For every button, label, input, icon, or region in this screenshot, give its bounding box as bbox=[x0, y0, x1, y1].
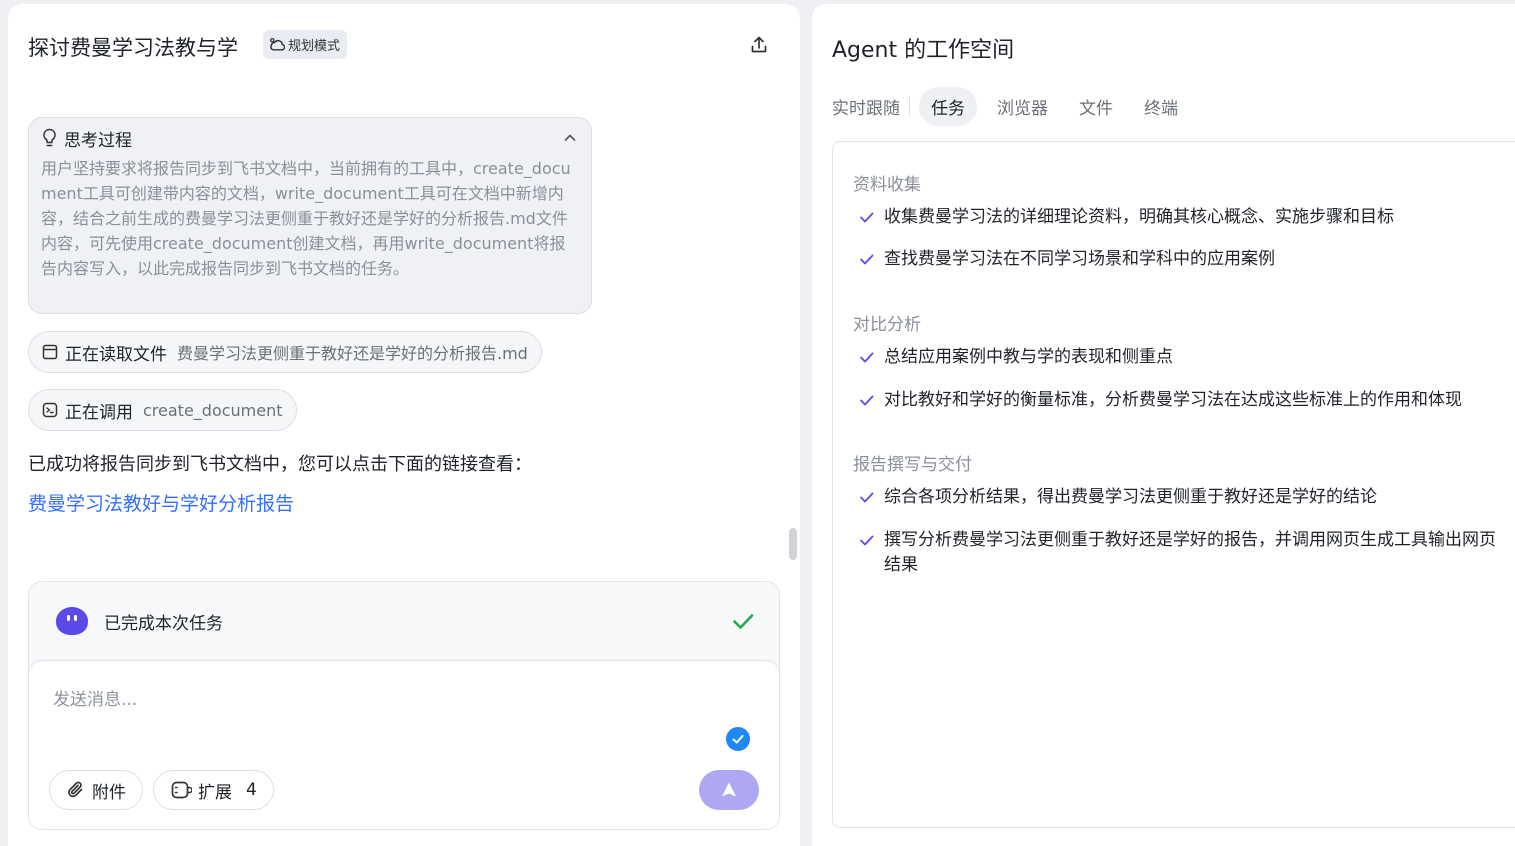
message-input[interactable] bbox=[53, 685, 653, 715]
tab-tasks[interactable]: 任务 bbox=[919, 86, 977, 126]
planning-mode-badge[interactable]: 规划模式 bbox=[263, 30, 348, 59]
task-item-text: 总结应用案例中教与学的表现和侧重点 bbox=[884, 347, 1173, 367]
workspace-tabs: 实时跟随 任务 浏览器 文件 终端 bbox=[832, 86, 1178, 126]
task-item-text: 收集费曼学习法的详细理论资料，明确其核心概念、实施步骤和目标 bbox=[884, 207, 1394, 227]
send-arrow-icon bbox=[722, 782, 736, 797]
workspace-title: Agent 的工作空间 bbox=[832, 38, 1015, 63]
task-item-text: 综合各项分析结果，得出费曼学习法更侧重于教好还是学好的结论 bbox=[884, 487, 1377, 507]
task-group-title: 对比分析 bbox=[853, 315, 921, 335]
agent-workspace-panel: Agent 的工作空间 实时跟随 任务 浏览器 文件 终端 资料收集 收集费曼学… bbox=[812, 4, 1515, 846]
agent-avatar bbox=[56, 607, 88, 635]
check-icon bbox=[860, 395, 874, 406]
attach-label: 附件 bbox=[92, 782, 126, 803]
tool-icon bbox=[42, 402, 58, 418]
chat-panel: 探讨费曼学习法教与学 规划模式 思考过程 用户坚持要求将报告同步到飞书文档中，当… bbox=[8, 4, 800, 846]
file-icon bbox=[42, 344, 58, 360]
message-input-area: 附件 扩展 4 bbox=[28, 660, 780, 830]
task-group-title: 报告撰写与交付 bbox=[853, 455, 972, 475]
task-item-text: 撰写分析费曼学习法更侧重于教好还是学好的报告，并调用网页生成工具输出网页结果 bbox=[884, 530, 1496, 575]
task-item: 综合各项分析结果，得出费曼学习法更侧重于教好还是学好的结论 bbox=[859, 485, 1509, 510]
extensions-label: 扩展 bbox=[198, 782, 232, 803]
extensions-count: 4 bbox=[246, 780, 257, 800]
task-item: 收集费曼学习法的详细理论资料，明确其核心概念、实施步骤和目标 bbox=[859, 205, 1509, 230]
check-icon bbox=[732, 735, 744, 744]
task-item-text: 查找费曼学习法在不同学习场景和学科中的应用案例 bbox=[884, 249, 1275, 269]
extensions-button[interactable]: 扩展 4 bbox=[153, 770, 274, 810]
tool-call-argument: create_document bbox=[143, 400, 283, 420]
lightbulb-icon bbox=[43, 128, 56, 147]
thinking-content: 用户坚持要求将报告同步到飞书文档中，当前拥有的工具中，create_docume… bbox=[41, 159, 571, 278]
composer: 已完成本次任务 附件 bbox=[28, 581, 780, 830]
share-icon bbox=[751, 36, 767, 53]
tab-live-follow[interactable]: 实时跟随 bbox=[832, 94, 900, 119]
share-button[interactable] bbox=[746, 32, 772, 58]
chevron-up-icon[interactable] bbox=[563, 131, 577, 145]
task-item-text: 对比教好和学好的衡量标准，分析费曼学习法在达成这些标准上的作用和体现 bbox=[884, 390, 1462, 410]
tool-call-action: 正在调用 bbox=[65, 402, 133, 423]
task-item: 对比教好和学好的衡量标准，分析费曼学习法在达成这些标准上的作用和体现 bbox=[859, 388, 1509, 413]
check-icon bbox=[860, 352, 874, 363]
task-group-title: 资料收集 bbox=[853, 175, 921, 195]
check-icon bbox=[733, 614, 754, 629]
tool-call-read-file[interactable]: 正在读取文件 费曼学习法更侧重于教好还是学好的分析报告.md bbox=[28, 331, 542, 373]
attach-button[interactable]: 附件 bbox=[49, 770, 143, 810]
check-icon bbox=[860, 492, 874, 503]
tool-call-create-document[interactable]: 正在调用 create_document bbox=[28, 389, 297, 431]
planning-mode-icon bbox=[270, 38, 285, 51]
tab-divider bbox=[909, 97, 910, 115]
assistant-reply-text: 已成功将报告同步到飞书文档中，您可以点击下面的链接查看： bbox=[28, 454, 532, 475]
check-icon bbox=[860, 535, 874, 546]
send-button[interactable] bbox=[699, 770, 759, 810]
tab-files[interactable]: 文件 bbox=[1079, 94, 1113, 119]
check-icon bbox=[860, 254, 874, 265]
task-status-text: 已完成本次任务 bbox=[104, 613, 223, 634]
feishu-document-link[interactable]: 费曼学习法教好与学好分析报告 bbox=[28, 489, 294, 516]
tool-call-argument: 费曼学习法更侧重于教好还是学好的分析报告.md bbox=[177, 344, 528, 363]
task-list-card: 资料收集 收集费曼学习法的详细理论资料，明确其核心概念、实施步骤和目标 查找费曼… bbox=[832, 141, 1515, 828]
task-item: 查找费曼学习法在不同学习场景和学科中的应用案例 bbox=[859, 247, 1509, 272]
chat-title: 探讨费曼学习法教与学 bbox=[28, 36, 238, 60]
tab-terminal[interactable]: 终端 bbox=[1144, 94, 1178, 119]
tool-call-action: 正在读取文件 bbox=[65, 344, 167, 365]
task-item: 总结应用案例中教与学的表现和侧重点 bbox=[859, 345, 1509, 370]
thinking-label: 思考过程 bbox=[64, 130, 132, 151]
paperclip-icon bbox=[68, 781, 83, 798]
tab-browser[interactable]: 浏览器 bbox=[997, 94, 1048, 119]
planning-mode-label: 规划模式 bbox=[288, 39, 341, 54]
task-status-bar: 已完成本次任务 bbox=[29, 582, 779, 660]
status-check-badge bbox=[726, 727, 750, 751]
task-item: 撰写分析费曼学习法更侧重于教好还是学好的报告，并调用网页生成工具输出网页结果 bbox=[859, 528, 1509, 578]
thinking-header[interactable]: 思考过程 bbox=[41, 126, 577, 151]
extension-icon bbox=[171, 781, 192, 799]
check-icon bbox=[860, 212, 874, 223]
thinking-panel: 思考过程 用户坚持要求将报告同步到飞书文档中，当前拥有的工具中，create_d… bbox=[28, 117, 592, 314]
chat-scrollbar[interactable] bbox=[789, 528, 797, 560]
